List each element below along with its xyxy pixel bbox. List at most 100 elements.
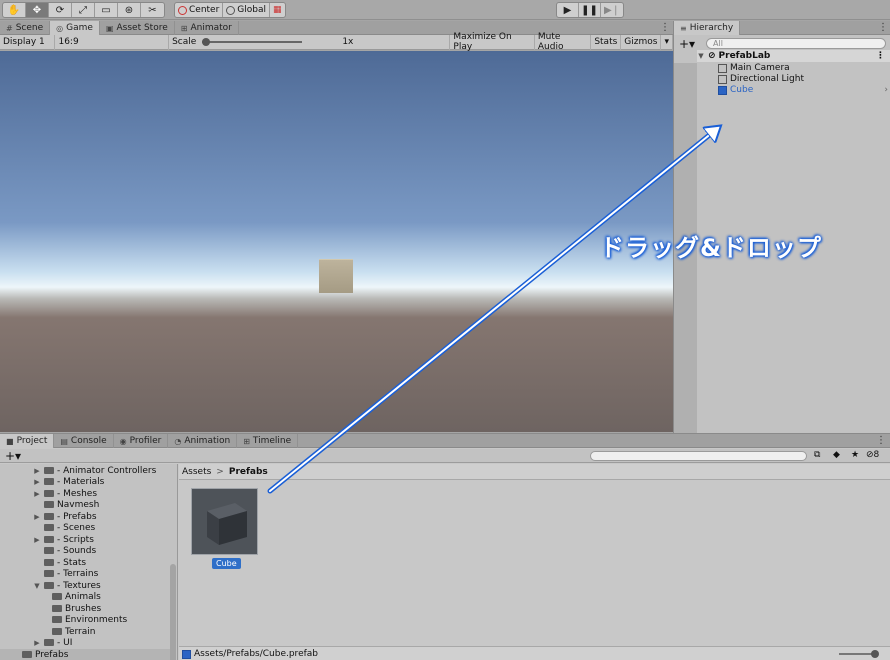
tree-item[interactable]: ▶ - Prefabs — [33, 511, 96, 522]
tree-item[interactable]: - Scenes — [33, 522, 95, 533]
tree-item[interactable]: - Stats — [33, 557, 86, 568]
folder-icon — [44, 501, 54, 508]
expand-triangle-icon[interactable]: ▼ — [697, 52, 705, 60]
folder-icon — [44, 467, 54, 474]
hierarchy-menu-kebab-icon[interactable]: ⋮ — [878, 22, 888, 34]
tree-item[interactable]: Navmesh — [33, 499, 99, 510]
expand-triangle-icon[interactable]: ▶ — [33, 490, 41, 498]
tab-profiler[interactable]: ◉ Profiler — [114, 434, 169, 448]
game-options-bar: Display 1 16:9 Scale 1x Maximize On Play… — [0, 32, 672, 52]
expand-triangle-icon[interactable]: ▶ — [33, 467, 41, 475]
scene-menu-kebab-icon[interactable]: ⋮ — [876, 51, 885, 61]
tab-asset-store-label: Asset Store — [116, 23, 168, 33]
tree-item-selected[interactable]: Prefabs — [0, 649, 170, 660]
mute-audio-toggle[interactable]: Mute Audio — [535, 32, 592, 52]
maximize-on-play-toggle[interactable]: Maximize On Play — [450, 32, 535, 52]
add-plus-icon[interactable]: +▾ — [679, 37, 695, 51]
gizmos-dropdown-icon[interactable]: ▾ — [661, 35, 672, 50]
game-viewport[interactable] — [0, 51, 673, 432]
tree-item[interactable]: ▶ - Scripts — [33, 534, 94, 545]
display-dropdown[interactable]: Display 1 — [0, 34, 56, 50]
tab-timeline[interactable]: ⊞ Timeline — [237, 434, 299, 448]
tree-item[interactable]: ▶ - UI — [33, 637, 72, 648]
stats-toggle[interactable]: Stats — [591, 34, 622, 50]
chevron-right-icon[interactable]: › — [884, 85, 888, 95]
scene-name: PrefabLab — [718, 51, 771, 61]
tree-item[interactable]: Brushes — [52, 603, 101, 614]
tree-item[interactable]: ▶ - Materials — [33, 476, 104, 487]
tab-scene[interactable]: # Scene — [0, 21, 51, 35]
tab-animator[interactable]: ⊞ Animator — [175, 21, 239, 35]
hand-tool-icon[interactable]: ✋ — [3, 3, 26, 17]
snap-toggle[interactable]: ▦ — [270, 3, 285, 17]
tree-item-label: - UI — [57, 637, 73, 648]
aspect-label: 16:9 — [58, 37, 79, 47]
breadcrumb-root[interactable]: Assets — [182, 467, 211, 477]
cube-prefab-icon — [207, 503, 247, 545]
expand-triangle-icon[interactable]: ▶ — [33, 478, 41, 486]
gizmos-toggle[interactable]: Gizmos — [621, 34, 662, 50]
project-search-input[interactable] — [590, 451, 807, 461]
tree-item[interactable]: ▶ - Meshes — [33, 488, 97, 499]
aspect-dropdown[interactable]: 16:9 — [55, 34, 170, 50]
tree-scrollbar[interactable] — [170, 564, 176, 660]
tab-hierarchy[interactable]: ≡ Hierarchy — [674, 21, 741, 35]
zoom-slider[interactable] — [839, 650, 879, 658]
hierarchy-search-input[interactable]: All — [706, 38, 886, 49]
status-path: Assets/Prefabs/Cube.prefab — [194, 649, 318, 659]
folder-icon — [44, 536, 54, 543]
scale-tool-icon[interactable]: ⤢ — [72, 3, 95, 17]
filter-type-icon[interactable]: ⧉ — [814, 450, 820, 460]
asset-name-label[interactable]: Cube — [212, 558, 241, 569]
drag-drop-caption: ドラッグ&ドロップ — [600, 234, 822, 262]
favorite-star-icon[interactable]: ★ — [851, 450, 859, 460]
collapse-triangle-icon[interactable]: ▼ — [33, 582, 41, 590]
tree-item[interactable]: Animals — [52, 591, 101, 602]
tab-scene-label: Scene — [15, 23, 44, 33]
scale-slider-knob[interactable] — [202, 38, 211, 46]
project-menu-kebab-icon[interactable]: ⋮ — [876, 435, 886, 447]
tree-item-label: - Animator Controllers — [57, 465, 157, 476]
cube-prefab-thumbnail[interactable] — [191, 488, 258, 555]
folder-icon — [44, 490, 54, 497]
tree-item[interactable]: Environments — [52, 614, 127, 625]
move-tool-icon[interactable]: ✥ — [26, 3, 49, 17]
hierarchy-item-label: Cube — [730, 85, 754, 95]
custom-tool-icon[interactable]: ✂ — [141, 3, 164, 17]
rect-tool-icon[interactable]: ▭ — [95, 3, 118, 17]
tree-item[interactable]: - Sounds — [33, 545, 96, 556]
scale-slider[interactable] — [202, 38, 303, 46]
gamepad-icon: ◎ — [56, 23, 64, 33]
tree-item[interactable]: ▶ - Animator Controllers — [33, 465, 156, 476]
play-icon[interactable]: ▶ — [557, 3, 579, 17]
expand-triangle-icon[interactable]: ▶ — [33, 513, 41, 521]
filter-label-icon[interactable]: ◆ — [833, 450, 840, 460]
tab-game[interactable]: ◎ Game — [50, 21, 100, 35]
tree-item[interactable]: Terrain — [52, 626, 95, 637]
breadcrumb: Assets > Prefabs — [179, 464, 890, 480]
tree-item[interactable]: - Terrains — [33, 568, 98, 579]
expand-triangle-icon[interactable]: ▶ — [33, 639, 41, 647]
tab-animation[interactable]: ◔ Animation — [168, 434, 238, 448]
scene-row[interactable]: ▼ ⊘ PrefabLab ⋮ — [697, 50, 890, 62]
breadcrumb-current[interactable]: Prefabs — [229, 467, 268, 477]
create-plus-icon[interactable]: +▾ — [5, 449, 21, 463]
tab-asset-store[interactable]: ▣ Asset Store — [100, 21, 175, 35]
project-folder-tree: ▶ - Animator Controllers ▶ - Materials ▶ - … — [0, 464, 178, 660]
transform-tool-icon[interactable]: ⊛ — [118, 3, 141, 17]
tab-console[interactable]: ▤ Console — [54, 434, 114, 448]
pivot-global-toggle[interactable]: Global — [223, 3, 271, 17]
pause-icon[interactable]: ❚❚ — [579, 3, 601, 17]
scene-menu-kebab-icon[interactable]: ⋮ — [660, 22, 670, 34]
tab-project[interactable]: ■ Project — [0, 434, 55, 448]
tree-item[interactable]: ▼ - Textures — [33, 580, 101, 591]
tree-item-label: - Textures — [57, 580, 101, 591]
folder-icon: ■ — [6, 436, 14, 446]
hidden-packages-icon[interactable]: ⊘8 — [866, 450, 879, 460]
rotate-tool-icon[interactable]: ⟳ — [49, 3, 72, 17]
hierarchy-item-cube[interactable]: Cube › — [718, 84, 888, 96]
pivot-center-toggle[interactable]: Center — [175, 3, 224, 17]
expand-triangle-icon[interactable]: ▶ — [33, 536, 41, 544]
zoom-slider-knob[interactable] — [871, 650, 879, 658]
step-icon[interactable]: ▶❘ — [601, 3, 623, 17]
